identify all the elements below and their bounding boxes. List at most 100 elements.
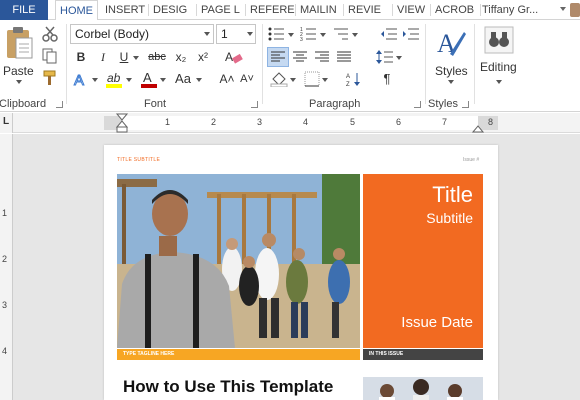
shading-icon[interactable] — [270, 71, 288, 87]
clipboard-launcher-icon[interactable] — [56, 101, 63, 108]
font-name-box[interactable]: Corbel (Body) — [70, 24, 214, 44]
subscript-button[interactable]: x₂ — [172, 48, 190, 66]
cover-photo[interactable] — [117, 174, 360, 348]
align-left-icon[interactable] — [270, 50, 286, 64]
tab-design[interactable]: DESIG — [149, 0, 197, 20]
editing-dropdown-icon[interactable] — [496, 80, 502, 84]
multilevel-list-icon[interactable] — [332, 26, 350, 42]
styles-button[interactable]: Styles — [435, 64, 468, 78]
decrease-indent-icon[interactable] — [380, 26, 398, 42]
increase-indent-icon[interactable] — [402, 26, 420, 42]
justify-icon[interactable] — [336, 50, 352, 64]
group-photo-image — [363, 377, 483, 400]
vertical-ruler: 1 2 3 4 — [0, 134, 13, 400]
change-case-dropdown-icon[interactable] — [196, 78, 202, 82]
change-case-button[interactable]: Aa — [172, 70, 194, 88]
header-title-subtitle[interactable]: TITLE SUBTITLE — [117, 157, 160, 163]
show-formatting-button[interactable]: ¶ — [378, 70, 396, 88]
styles-icon[interactable]: A — [436, 26, 466, 60]
svg-text:A: A — [225, 50, 233, 64]
right-indent-marker-icon[interactable] — [472, 119, 484, 133]
align-right-icon[interactable] — [314, 50, 330, 64]
copy-icon[interactable] — [42, 48, 58, 64]
tab-acrobat[interactable]: ACROB — [431, 0, 479, 20]
chevron-down-icon[interactable] — [560, 7, 566, 11]
styles-launcher-icon[interactable] — [462, 101, 469, 108]
cover-title[interactable]: Title — [432, 182, 473, 208]
tab-review[interactable]: REVIE — [344, 0, 390, 20]
underline-dropdown-icon[interactable] — [133, 56, 139, 60]
user-account-name[interactable]: Tiffany Gr... — [482, 0, 538, 20]
paste-dropdown-icon[interactable] — [16, 80, 22, 84]
grow-font-button[interactable]: A˄ — [218, 70, 236, 88]
header-issue-number[interactable]: Issue # — [463, 157, 479, 163]
binoculars-icon[interactable] — [484, 26, 514, 54]
font-color-dropdown-icon[interactable] — [160, 78, 166, 82]
workers-photo-image — [117, 174, 360, 348]
cover-subtitle[interactable]: Subtitle — [426, 210, 473, 226]
tab-references[interactable]: REFERE — [246, 0, 296, 20]
sidebar-photo[interactable] — [363, 377, 483, 400]
strikethrough-button[interactable]: abc — [144, 48, 170, 66]
multilevel-dropdown-icon[interactable] — [352, 33, 358, 37]
ribbon-tab-bar: FILE HOME INSERT DESIG PAGE L REFERE MAI… — [0, 0, 580, 21]
borders-dropdown-icon[interactable] — [322, 78, 328, 82]
svg-text:A: A — [143, 70, 152, 85]
horizontal-ruler: L 1 2 3 4 5 6 7 8 — [0, 113, 580, 133]
svg-text:A: A — [74, 72, 84, 88]
tab-selector[interactable]: L — [0, 113, 13, 133]
article-heading[interactable]: How to Use This Template — [123, 377, 333, 397]
highlight-color-icon[interactable]: ab — [104, 70, 124, 88]
italic-button[interactable]: I — [94, 48, 112, 66]
bullets-icon[interactable] — [268, 26, 286, 42]
styles-dropdown-icon[interactable] — [448, 80, 454, 84]
tab-insert[interactable]: INSERT — [101, 0, 149, 20]
cut-icon[interactable] — [42, 26, 58, 42]
line-spacing-dropdown-icon[interactable] — [396, 56, 402, 60]
font-launcher-icon[interactable] — [251, 101, 258, 108]
shading-dropdown-icon[interactable] — [290, 78, 296, 82]
avatar[interactable] — [570, 3, 580, 17]
numbering-icon[interactable]: 1 2 3 — [300, 26, 318, 42]
paste-button[interactable]: Paste — [3, 64, 34, 78]
shrink-font-button[interactable]: A˅ — [238, 70, 256, 88]
font-name-dropdown-icon[interactable] — [204, 32, 210, 36]
bold-button[interactable]: B — [72, 48, 90, 66]
bullets-dropdown-icon[interactable] — [288, 33, 294, 37]
tab-file[interactable]: FILE — [0, 0, 48, 20]
cover-issue-date[interactable]: Issue Date — [401, 314, 473, 331]
styles-group-label: Styles — [428, 98, 458, 110]
cover-title-block[interactable]: Title Subtitle Issue Date — [363, 174, 483, 348]
text-effects-icon[interactable]: A — [72, 70, 90, 89]
format-painter-icon[interactable] — [42, 70, 58, 86]
text-effects-dropdown-icon[interactable] — [92, 78, 98, 82]
in-this-issue-bar[interactable]: IN THIS ISSUE — [363, 349, 483, 360]
tab-mailings[interactable]: MAILIN — [296, 0, 344, 20]
indent-marker-icon[interactable] — [116, 113, 128, 133]
sort-icon[interactable]: AZ — [346, 71, 362, 87]
borders-icon[interactable] — [304, 71, 320, 87]
tab-view[interactable]: VIEW — [393, 0, 429, 20]
clear-formatting-icon[interactable]: A — [224, 49, 244, 65]
superscript-button[interactable]: x² — [194, 48, 212, 66]
line-spacing-icon[interactable] — [376, 49, 394, 65]
svg-text:Z: Z — [346, 82, 350, 87]
numbering-dropdown-icon[interactable] — [320, 33, 326, 37]
underline-button[interactable]: U — [115, 48, 133, 66]
clipboard-group-label: Clipboard — [0, 98, 47, 110]
highlight-dropdown-icon[interactable] — [126, 78, 132, 82]
svg-text:3: 3 — [300, 37, 303, 42]
editing-button[interactable]: Editing — [480, 60, 517, 74]
tagline-bar[interactable]: TYPE TAGLINE HERE — [117, 349, 360, 360]
svg-text:A: A — [346, 74, 350, 80]
font-color-icon[interactable]: A — [140, 70, 158, 88]
align-center-icon[interactable] — [292, 50, 308, 64]
font-group-label: Font — [144, 98, 167, 110]
tab-page-layout[interactable]: PAGE L — [197, 0, 245, 20]
font-size-dropdown-icon[interactable] — [247, 32, 253, 36]
tab-home[interactable]: HOME — [55, 0, 98, 21]
paragraph-launcher-icon[interactable] — [414, 101, 421, 108]
paste-icon[interactable] — [4, 26, 34, 60]
svg-text:ab: ab — [107, 71, 121, 85]
ribbon-home: Paste Clipboard Corbel (Body) 1 B I U ab… — [0, 20, 580, 112]
